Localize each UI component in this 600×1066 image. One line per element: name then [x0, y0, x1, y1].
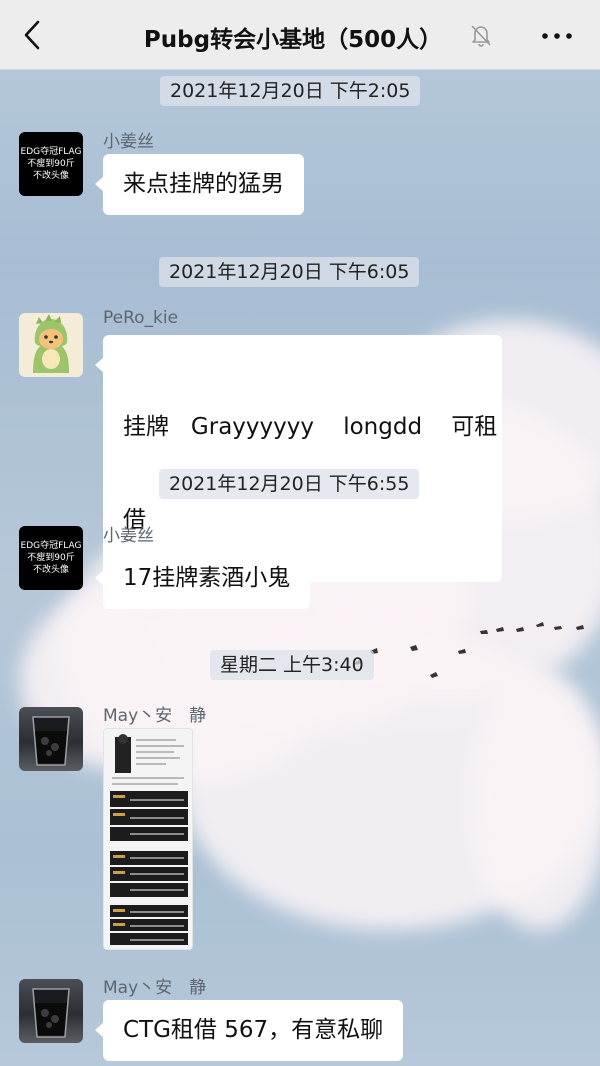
more-button[interactable] [538, 23, 578, 49]
glass-avatar-icon [32, 716, 70, 766]
sender-name: 小姜丝 [103, 526, 154, 546]
avatar-text-line: 不瘦到90斤 [27, 553, 75, 563]
sender-name: May丶安 静 [103, 706, 207, 726]
message-text: 17挂牌素酒小鬼 [123, 565, 291, 591]
avatar[interactable]: EDG夺冠FLAG 不瘦到90斤 不改头像 [19, 132, 83, 196]
sender-name: 小姜丝 [103, 132, 154, 152]
timestamp: 星期二 上午3:40 [210, 650, 374, 680]
chevron-left-icon [24, 20, 40, 50]
timestamp: 2021年12月20日 下午6:05 [159, 257, 420, 287]
image-message[interactable] [103, 728, 193, 950]
message-bubble[interactable]: 挂牌 Grayyyyyy longdd 可租 借 [95, 335, 502, 582]
avatar[interactable] [19, 313, 83, 377]
message-text-line: 挂牌 Grayyyyyy longdd 可租 [123, 414, 498, 440]
chat-header: Pubg转会小基地（500人） [0, 0, 600, 70]
roster-screenshot-thumbnail [104, 729, 192, 949]
avatar-text-line: 不改头像 [32, 565, 69, 575]
chat-title: Pubg转会小基地（500人） [143, 27, 443, 53]
timestamp: 2021年12月20日 下午2:05 [160, 76, 421, 106]
message-bubble[interactable]: CTG租借 567，有意私聊 [94, 1000, 404, 1061]
avatar-text-line: EDG夺冠FLAG [20, 541, 82, 551]
message-text: 来点挂牌的猛男 [123, 171, 284, 197]
back-button[interactable] [18, 18, 50, 52]
avatar[interactable] [19, 707, 83, 771]
birds-decoration [354, 622, 584, 678]
bell-muted-icon [471, 25, 491, 47]
sender-name: May丶安 静 [103, 978, 207, 998]
message-text: CTG租借 567，有意私聊 [123, 1017, 384, 1043]
message-bubble[interactable]: 17挂牌素酒小鬼 [94, 548, 311, 609]
message-bubble[interactable]: 来点挂牌的猛男 [95, 154, 304, 215]
glass-avatar-icon [32, 988, 70, 1038]
avatar[interactable] [19, 979, 83, 1043]
avatar-text-line: 不瘦到90斤 [27, 159, 75, 169]
avatar-text-line: 不改头像 [32, 171, 69, 181]
avatar-text-line: EDG夺冠FLAG [20, 147, 82, 157]
message-text-line: 借 [123, 507, 146, 533]
timestamp: 2021年12月20日 下午6:55 [159, 469, 420, 499]
sender-name: PeRo_kie [103, 308, 179, 328]
dino-avatar-icon [33, 314, 69, 373]
avatar[interactable]: EDG夺冠FLAG 不瘦到90斤 不改头像 [19, 526, 83, 590]
more-dots-icon [542, 33, 572, 39]
